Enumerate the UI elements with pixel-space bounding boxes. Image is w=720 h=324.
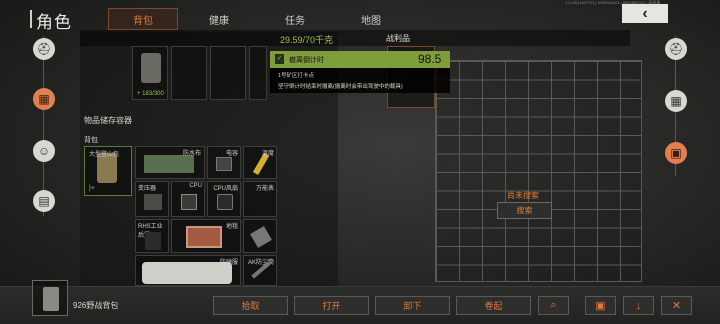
chip-image	[250, 226, 272, 248]
item-bulletproof[interactable]: 防弹服	[135, 255, 241, 286]
page-title: 角色	[36, 13, 72, 32]
vest-slot-icon[interactable]: ▦	[33, 88, 55, 110]
item-label: CPU风扇	[213, 186, 238, 192]
loot-title: 战利品	[386, 34, 410, 43]
bag-icon: ▣	[595, 300, 606, 312]
item-label: 温度	[261, 151, 274, 157]
helmet-slot-icon[interactable]: ⛑	[33, 38, 55, 60]
item-transformer[interactable]: 变压器	[135, 181, 169, 217]
fan-image	[217, 194, 233, 210]
popup-location: 1号矿区打卡点	[278, 73, 315, 79]
item-label: 防水布	[182, 151, 201, 157]
loot-status: 尚未搜索	[507, 191, 539, 200]
item-label: CPU	[189, 183, 202, 189]
item-label: 地毯	[225, 224, 238, 230]
capacitor-image	[216, 157, 232, 171]
loot-grid[interactable]	[435, 60, 642, 282]
equipped-slot-3[interactable]	[210, 46, 246, 100]
item-cpu-fan[interactable]: CPU风扇	[207, 181, 241, 217]
item-slot-empty-1[interactable]	[243, 219, 277, 253]
evac-popup-header: ✓ 撤离倒计时 98.5	[270, 51, 450, 68]
search-icon: ⌕	[550, 299, 557, 311]
item-multimeter[interactable]: 万能表	[243, 181, 277, 217]
item-label: 万能表	[255, 186, 274, 192]
helmet-loot-icon[interactable]: ⛑	[665, 38, 687, 60]
popup-description: 坚守倒计时结束时撤离(撤离时会带出驾驶中的载具)	[278, 84, 403, 90]
popup-countdown: 98.5	[418, 52, 442, 66]
item-label: 大型登山包	[89, 152, 120, 158]
item-large-backpack[interactable]: 大型登山包 |+	[84, 146, 132, 196]
backpack-thumb-image	[43, 287, 59, 311]
item-label: 变压器	[138, 186, 157, 192]
item-label: 电容	[225, 151, 238, 157]
tab-map[interactable]: 地图	[336, 8, 406, 30]
backpack-loot-icon[interactable]: ▣	[665, 142, 687, 164]
close-icon-button[interactable]: ✕	[661, 296, 692, 315]
close-icon: ✕	[671, 300, 682, 312]
storage-title: 物品储存容器	[84, 116, 132, 125]
vest-loot-icon[interactable]: ▦	[665, 90, 687, 112]
selected-item-thumb[interactable]	[32, 280, 68, 316]
bag-icon-button[interactable]: ▣	[585, 296, 616, 315]
item-plus: |+	[89, 185, 95, 192]
item-tarp[interactable]: 防水布	[135, 146, 205, 179]
backpack-item-image	[141, 53, 161, 83]
carpet-image	[186, 226, 222, 248]
selected-item-name: 926野战背包	[73, 301, 119, 310]
unload-button[interactable]: 卸下	[375, 296, 450, 315]
search-icon-button[interactable]: ⌕	[538, 296, 569, 315]
tarp-image	[144, 155, 194, 173]
cpu-image	[181, 194, 197, 210]
item-rhs-rear[interactable]: RHS工业后置	[135, 219, 169, 253]
open-button[interactable]: 打开	[294, 296, 369, 315]
back-button[interactable]: ‹	[622, 4, 668, 23]
item-capacitor[interactable]: 电容	[207, 146, 241, 179]
armor-image	[142, 262, 232, 284]
checkbox-icon: ✓	[275, 54, 284, 64]
transformer-image	[144, 194, 162, 210]
tab-health[interactable]: 健康	[184, 8, 254, 30]
equipped-backpack-slot[interactable]: + 183/300	[132, 46, 168, 100]
left-sidebar-line	[43, 36, 44, 216]
armor-slot-icon[interactable]: ▤	[33, 190, 55, 212]
main-tabs: 背包 健康 任务 地图	[108, 8, 412, 30]
item-temperature[interactable]: 温度	[243, 146, 277, 179]
tab-tasks[interactable]: 任务	[260, 8, 330, 30]
tab-backpack[interactable]: 背包	[108, 8, 178, 30]
item-gpu[interactable]: CPU	[171, 181, 205, 217]
roll-up-button[interactable]: 卷起	[456, 296, 531, 315]
backpack-durability: + 183/300	[137, 91, 164, 97]
backpack-label: 背包	[84, 137, 98, 144]
equipped-slot-2[interactable]	[171, 46, 207, 100]
weight-value: 29.59/70千克	[280, 35, 334, 45]
equipped-slot-4[interactable]	[249, 46, 267, 100]
chevron-left-icon: ‹	[642, 4, 648, 22]
item-ak-dust-cover[interactable]: AK防尘筒	[243, 255, 277, 286]
drop-icon-button[interactable]: ↓	[623, 296, 654, 315]
weight-bar	[80, 30, 630, 46]
popup-title: 撤离倒计时	[289, 57, 324, 64]
item-carpet[interactable]: 地毯	[171, 219, 241, 253]
rhs-image	[145, 232, 161, 250]
pickup-button[interactable]: 拾取	[213, 296, 288, 315]
loot-search-button[interactable]: 搜索	[497, 202, 552, 219]
arrow-down-icon: ↓	[635, 299, 642, 312]
face-slot-icon[interactable]: ☺	[33, 140, 55, 162]
title-accent-bar	[30, 10, 32, 28]
